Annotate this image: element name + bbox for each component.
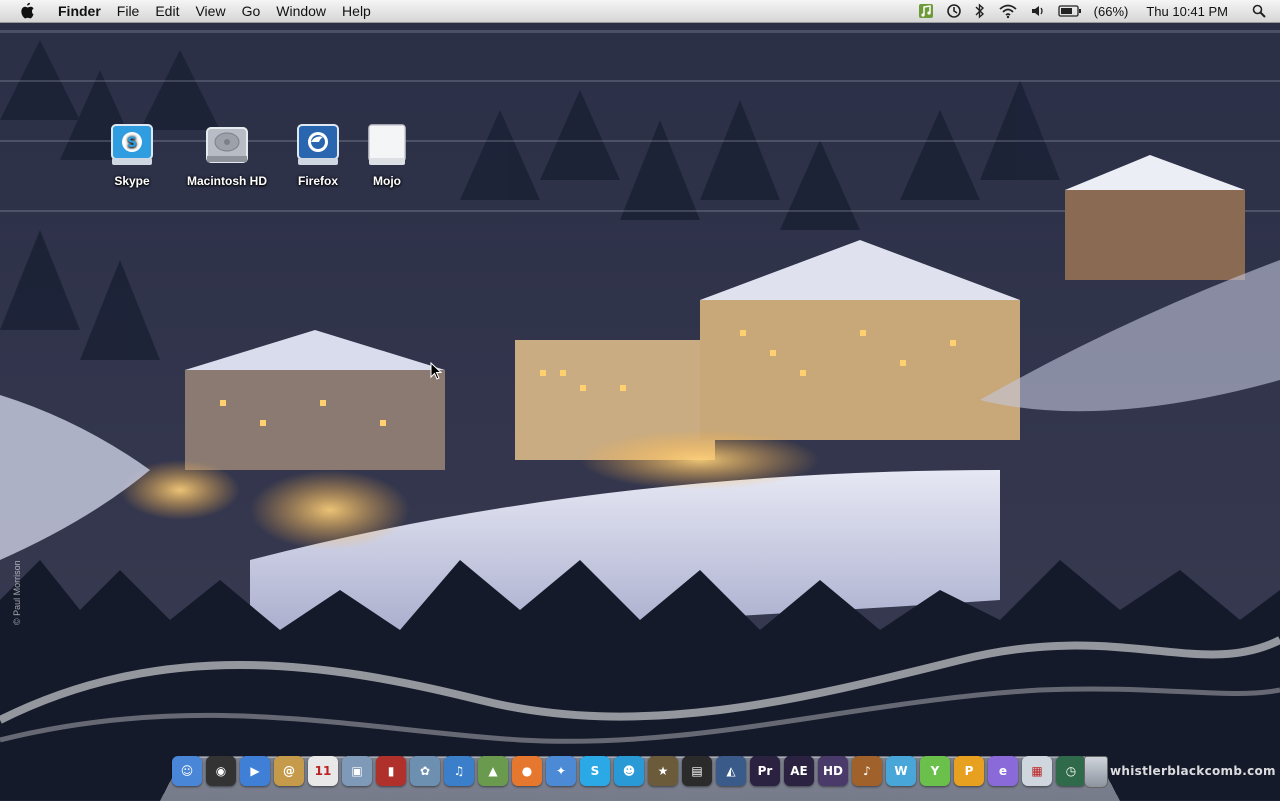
dock-item-aperture-icon[interactable]: ◭ (716, 756, 746, 786)
menu-view[interactable]: View (187, 0, 233, 22)
dock-item-dashboard-icon[interactable]: ◉ (206, 756, 236, 786)
dock-item-premiere-icon[interactable]: Pr (750, 756, 780, 786)
wifi-icon[interactable] (992, 0, 1024, 22)
desktop-icon-macintosh-hd[interactable]: Macintosh HD (182, 122, 272, 188)
dock-item-finder-icon[interactable]: ☺ (172, 756, 202, 786)
app-menu-finder[interactable]: Finder (50, 0, 109, 22)
dock-item-garageband-icon[interactable]: ♪ (852, 756, 882, 786)
time-machine-icon[interactable] (940, 0, 968, 22)
dock-item-preview-docs-icon[interactable]: ▦ (1022, 756, 1052, 786)
dock-item-maps-icon[interactable]: ▲ (478, 756, 508, 786)
dock-item-preview-icon[interactable]: ▣ (342, 756, 372, 786)
photo-credit: © Paul Morrison (12, 560, 22, 625)
dock-item-facetime-icon[interactable]: ▶ (240, 756, 270, 786)
white-drive-icon (364, 122, 410, 168)
dock-item-photo-booth-icon[interactable]: ▮ (376, 756, 406, 786)
skype-drive-icon: S (109, 122, 155, 168)
dock-item-after-effects-icon[interactable]: AE (784, 756, 814, 786)
dock-item-ical-icon[interactable]: 11 (308, 756, 338, 786)
desktop-icon-skype[interactable]: S Skype (87, 122, 177, 188)
dock-item-skype-icon[interactable]: S (580, 756, 610, 786)
menu-edit[interactable]: Edit (147, 0, 187, 22)
bluetooth-icon[interactable] (968, 0, 992, 22)
hard-drive-icon (204, 122, 250, 168)
dock-item-firefox-icon[interactable]: ● (512, 756, 542, 786)
wallpaper-watermark: whistlerblackcomb.com (1110, 764, 1276, 778)
menu-file[interactable]: File (109, 0, 148, 22)
desktop-icon-mojo[interactable]: Mojo (342, 122, 432, 188)
dock-item-app-w-icon[interactable]: W (886, 756, 916, 786)
menu-help[interactable]: Help (334, 0, 379, 22)
dock-item-imovie-icon[interactable]: ★ (648, 756, 678, 786)
desktop-icon-label: Skype (114, 174, 150, 188)
apple-menu-icon[interactable] (18, 2, 36, 20)
battery-percent[interactable]: (66%) (1088, 0, 1135, 22)
dock-item-app-y-icon[interactable]: Y (920, 756, 950, 786)
music-note-icon[interactable] (912, 0, 940, 22)
menu-go[interactable]: Go (234, 0, 269, 22)
menu-bar: Finder File Edit View Go Window Help (66… (0, 0, 1280, 23)
menu-window[interactable]: Window (268, 0, 334, 22)
dock-item-final-cut-icon[interactable]: ▤ (682, 756, 712, 786)
dock-item-app-p-icon[interactable]: P (954, 756, 984, 786)
status-area: (66%) Thu 10:41 PM (912, 0, 1280, 22)
desktop-icon-label: Macintosh HD (186, 174, 267, 188)
dock-item-address-book-icon[interactable]: @ (274, 756, 304, 786)
dock-item-time-machine-icon[interactable]: ◷ (1056, 756, 1086, 786)
desktop-icon-label: Firefox (297, 174, 338, 188)
firefox-drive-icon (295, 122, 341, 168)
dock-item-app-e-icon[interactable]: e (988, 756, 1018, 786)
desktop-icon-label: Mojo (373, 174, 401, 188)
dock-item-iphoto-icon[interactable]: ✿ (410, 756, 440, 786)
dock: ☺ ◉ ▶ @11 ▣ ▮ ✿ ♫ ▲ ● ✦ S ☻ ★ ▤ ◭ Pr AE HD ♪ W Y Pe ▦ ◷ (172, 756, 1086, 792)
trash-icon[interactable] (1084, 756, 1108, 788)
volume-icon[interactable] (1024, 0, 1052, 22)
clock[interactable]: Thu 10:41 PM (1140, 0, 1234, 22)
dock-item-itunes-icon[interactable]: ♫ (444, 756, 474, 786)
battery-icon[interactable] (1052, 0, 1088, 22)
dock-item-hd-app-icon[interactable]: HD (818, 756, 848, 786)
desktop-wallpaper (0, 0, 1280, 800)
dock-item-safari-icon[interactable]: ✦ (546, 756, 576, 786)
spotlight-search-icon[interactable] (1246, 0, 1272, 22)
mouse-cursor-icon (430, 361, 443, 385)
svg-text:S: S (127, 135, 137, 151)
dock-item-ichat-icon[interactable]: ☻ (614, 756, 644, 786)
